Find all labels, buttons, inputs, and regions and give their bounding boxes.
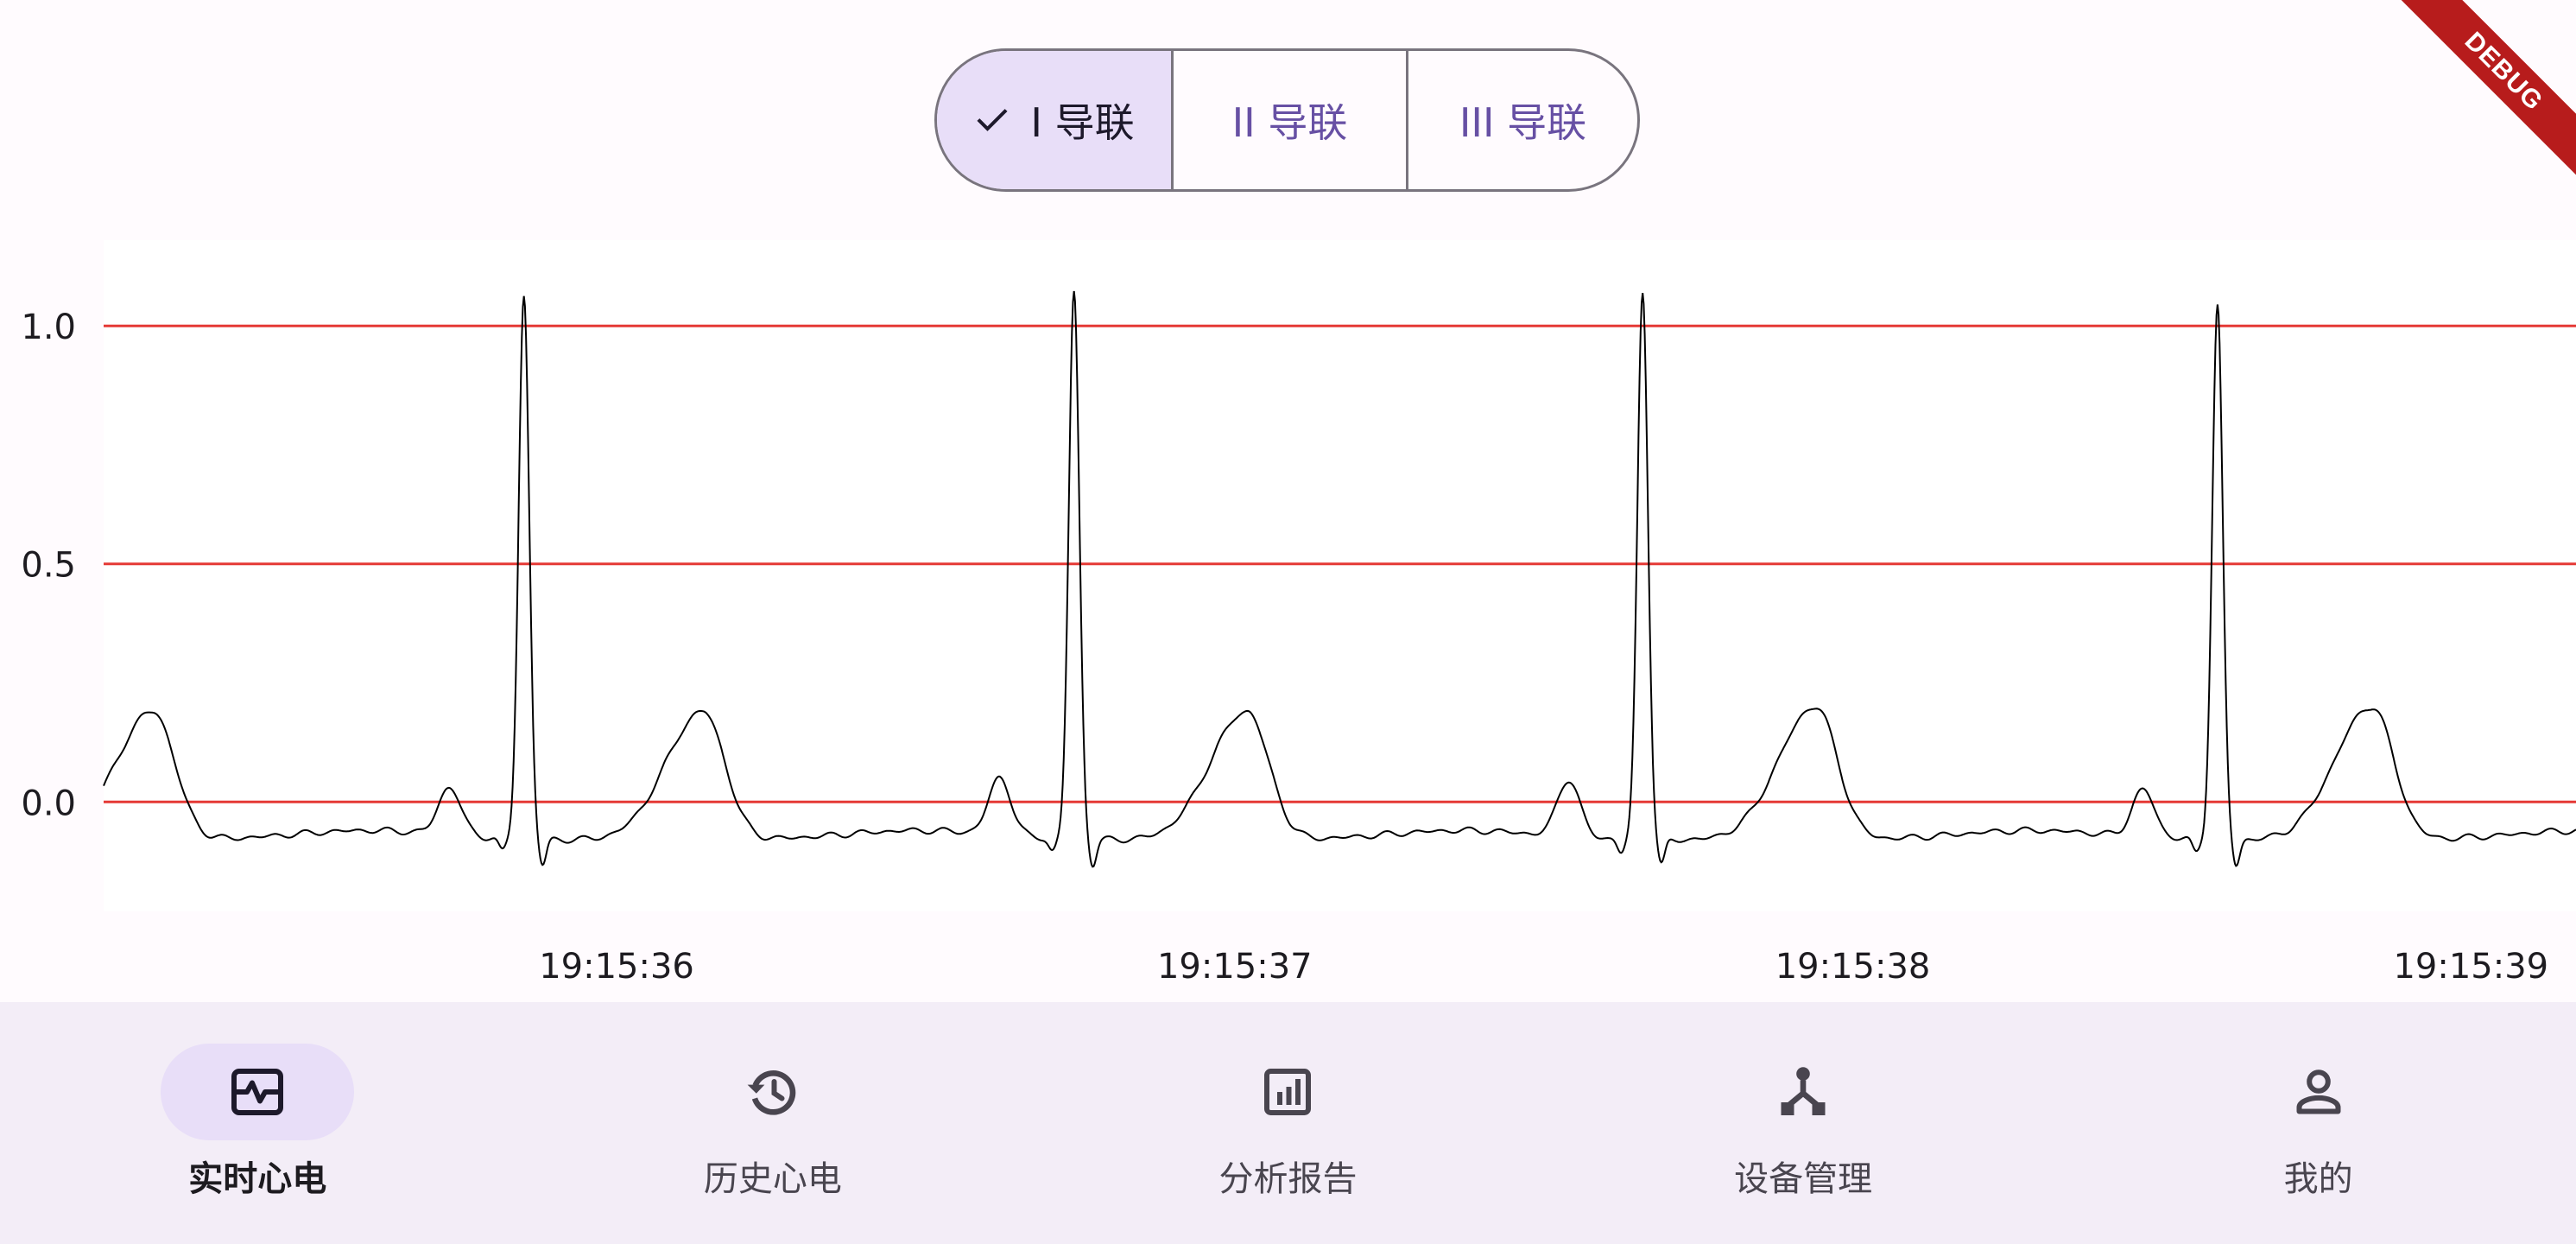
nav-label: 我的 — [2283, 1159, 2353, 1199]
nav-label: 设备管理 — [1734, 1159, 1873, 1199]
nav-indicator — [161, 1044, 355, 1140]
ecg-chart-svg: 1.0 0.5 0.0 19:15:36 19:15:37 19:15:38 19:15:3… — [21, 240, 2576, 987]
nav-item-mine[interactable]: 我的 — [2060, 1002, 2576, 1244]
nav-indicator — [1191, 1044, 1384, 1140]
lead-segment-3[interactable]: III 导联 — [1406, 51, 1637, 189]
lead-segment-label: I 导联 — [1030, 99, 1135, 146]
lead-segment-label: II 导联 — [1231, 99, 1348, 146]
nav-item-device-management[interactable]: 设备管理 — [1546, 1002, 2061, 1244]
device-hub-icon — [1781, 1067, 1826, 1115]
y-tick-label: 1.0 — [21, 308, 76, 347]
x-tick-label: 19:15:37 — [1157, 947, 1313, 987]
nav-indicator — [1706, 1044, 1900, 1140]
nav-item-history-ecg[interactable]: 历史心电 — [516, 1002, 1031, 1244]
y-tick-label: 0.5 — [21, 546, 76, 586]
x-tick-label: 19:15:36 — [539, 947, 694, 987]
nav-item-analysis-report[interactable]: 分析报告 — [1030, 1002, 1546, 1244]
lead-segment-label: III 导联 — [1459, 99, 1587, 146]
nav-item-realtime-ecg[interactable]: 实时心电 — [0, 1002, 516, 1244]
nav-label: 分析报告 — [1218, 1159, 1358, 1199]
lead-selector: I 导联 II 导联 III 导联 — [934, 48, 1640, 192]
nav-label: 历史心电 — [703, 1159, 842, 1199]
app-screen: I 导联 II 导联 III 导联 DEBUG 1.0 0.5 0.0 19:15:3… — [0, 0, 2576, 1244]
analytics-report-icon — [1264, 1069, 1312, 1115]
history-icon — [747, 1070, 796, 1115]
check-icon — [977, 109, 1008, 131]
ecg-monitor-icon — [231, 1069, 284, 1115]
y-tick-label: 0.0 — [21, 784, 76, 823]
nav-label: 实时心电 — [188, 1159, 327, 1199]
lead-segment-2[interactable]: II 导联 — [1171, 51, 1406, 189]
bottom-navigation: 实时心电 历史心电 分析报告 设备管理 我的 — [0, 1002, 2576, 1244]
nav-indicator — [676, 1044, 870, 1140]
x-tick-label: 19:15:39 — [2393, 947, 2548, 987]
person-icon — [2296, 1069, 2341, 1114]
debug-banner: DEBUG — [2386, 0, 2576, 190]
ecg-chart: 1.0 0.5 0.0 19:15:36 19:15:37 19:15:38 19:15:3… — [0, 233, 2576, 993]
debug-banner-label: DEBUG — [2386, 0, 2576, 190]
x-tick-label: 19:15:38 — [1775, 947, 1931, 987]
lead-segment-1[interactable]: I 导联 — [937, 51, 1171, 189]
nav-indicator — [2222, 1044, 2415, 1140]
